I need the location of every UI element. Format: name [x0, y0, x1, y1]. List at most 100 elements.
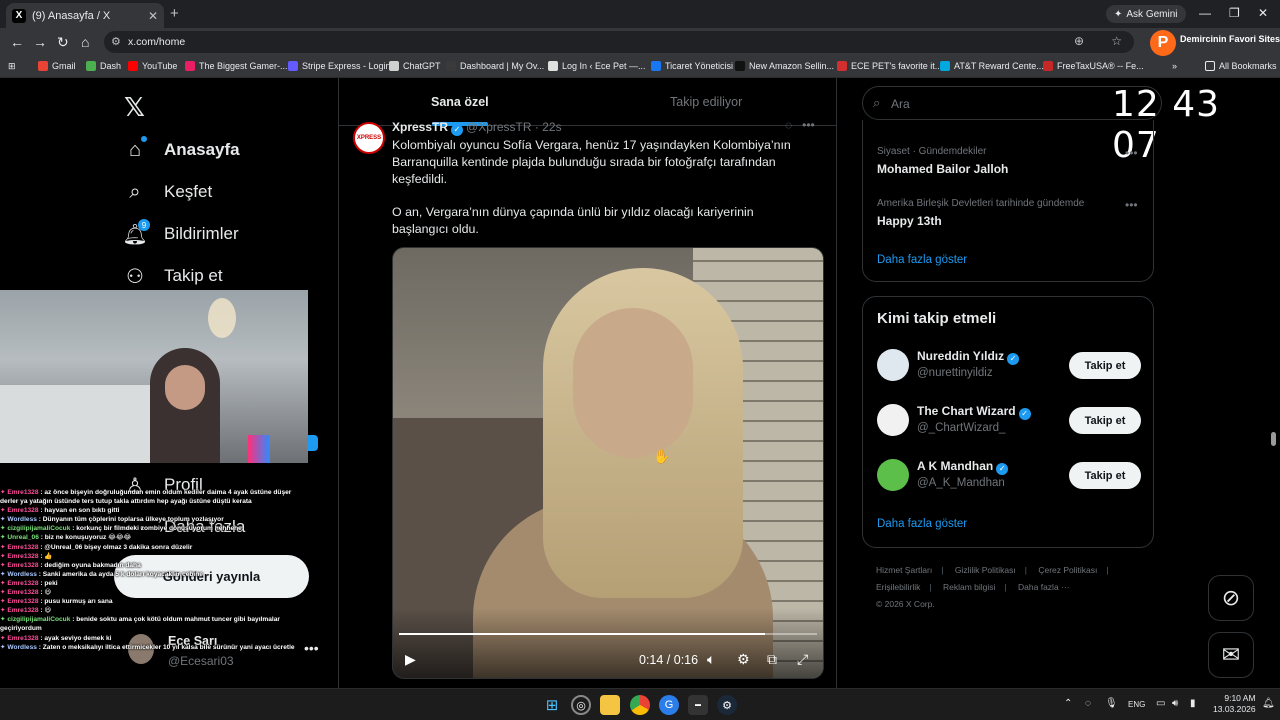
verified-icon: ✓ [1007, 353, 1020, 365]
video-progress-bar[interactable] [399, 633, 817, 635]
more-icon[interactable]: ••• [1125, 146, 1138, 160]
nav-home[interactable]: ⌂ Anasayfa [124, 139, 240, 161]
tweet-time[interactable]: 22s [542, 120, 561, 134]
tray-app-icon[interactable]: ◌ [1085, 698, 1091, 709]
close-window-icon[interactable]: ✕ [1258, 6, 1268, 20]
site-info-icon[interactable]: ⚙ [111, 35, 121, 48]
chrome-icon[interactable] [630, 695, 650, 715]
tweet-author[interactable]: XpressTR [392, 120, 448, 134]
windows-start-icon[interactable]: ⊞ [542, 695, 562, 715]
chat-username: ✦ Emre1328 [0, 489, 41, 496]
trend-category: Siyaset · Gündemdekiler [877, 146, 987, 157]
footer-ads[interactable]: Reklam bilgisi [943, 582, 995, 592]
volume-icon[interactable]: 🔈︎ [707, 651, 715, 668]
chat-text: : hayvan en son bıktı gitti [40, 507, 120, 515]
bookmark-att[interactable]: AT&T Reward Cente... [940, 61, 1044, 71]
forward-icon[interactable]: → [33, 34, 47, 50]
follow-button[interactable]: Takip et [1069, 407, 1141, 434]
chat-text: : Dünyanın tüm çöplerini toplarsa ülkeye… [38, 516, 224, 524]
trend-name[interactable]: Happy 13th [877, 214, 942, 228]
follow-button[interactable]: Takip et [1069, 462, 1141, 489]
taskbar-clock[interactable]: 9:10 AM 13.03.2026 [1213, 693, 1256, 715]
zoom-icon[interactable]: ⊕ [1074, 34, 1084, 48]
bookmark-ecepet-login[interactable]: Log In ‹ Ece Pet —... [548, 61, 646, 71]
trend-name[interactable]: Mohamed Bailor Jalloh [877, 162, 1008, 176]
bookmark-dash[interactable]: Dash [86, 61, 121, 71]
more-icon[interactable]: ••• [1125, 198, 1138, 212]
bookmark-chatgpt[interactable]: ChatGPT [389, 61, 441, 71]
back-icon[interactable]: ← [10, 34, 24, 50]
bookmark-youtube[interactable]: YouTube [128, 61, 177, 71]
microphone-icon[interactable]: 🎙︎ [1105, 698, 1118, 709]
home-icon[interactable]: ⌂ [81, 34, 89, 50]
grok-icon[interactable]: ◌ [785, 118, 792, 132]
bookmark-freetax[interactable]: FreeTaxUSA® -- Fe... [1043, 61, 1144, 71]
speaker-icon[interactable]: 🔊︎ [1172, 698, 1178, 709]
address-bar[interactable]: ⚙ x.com/home ⊕ ☆ [104, 31, 1134, 53]
follow-button[interactable]: Takip et [1069, 352, 1141, 379]
grok-button[interactable]: ⊘ [1208, 575, 1254, 621]
chat-message: ✦ cizgilipijamaliCocuk : benide soktu am… [0, 615, 315, 624]
battery-icon[interactable]: ▮ [1190, 698, 1196, 709]
scrollbar-thumb[interactable] [1271, 432, 1276, 446]
maximize-icon[interactable]: ❐ [1229, 6, 1240, 20]
bookmark-stripe[interactable]: Stripe Express - Login [288, 61, 391, 71]
play-icon[interactable]: ▶ [405, 651, 416, 668]
follow-suggestion-name[interactable]: Nureddin Yıldız ✓ [917, 349, 1020, 365]
fullscreen-icon[interactable]: ⤢ [797, 651, 808, 668]
bookmark-ticaret[interactable]: Ticaret Yöneticisi [651, 61, 733, 71]
bookmark-star-icon[interactable]: ☆ [1111, 34, 1122, 48]
avatar[interactable] [877, 404, 909, 436]
footer-cookies[interactable]: Çerez Politikası [1038, 565, 1097, 575]
bookmark-gamer[interactable]: The Biggest Gamer-... [185, 61, 288, 71]
tweet-video[interactable]: ✋ ▶ 0:14 / 0:16 🔈︎ ⚙ ⧉ ⤢ [392, 247, 824, 679]
footer-accessibility[interactable]: Erişilebilirlik [876, 582, 920, 592]
nav-explore[interactable]: ⌕ Keşfet [124, 181, 212, 203]
ask-gemini-button[interactable]: ✦ Ask Gemini [1106, 5, 1186, 23]
tweet-handle[interactable]: @XpressTR [466, 120, 532, 134]
bookmark-gmail[interactable]: Gmail [38, 61, 76, 71]
g-app-icon[interactable]: G [659, 695, 679, 715]
trends-show-more[interactable]: Daha fazla göster [877, 254, 967, 266]
language-indicator[interactable]: ENG [1128, 700, 1145, 709]
close-tab-icon[interactable]: ✕ [148, 9, 158, 23]
picture-in-picture-icon[interactable]: ⧉ [767, 651, 777, 668]
apps-icon[interactable]: ⊞ [8, 61, 16, 72]
footer-privacy[interactable]: Gizlilik Politikası [955, 565, 1016, 575]
more-icon[interactable]: ••• [802, 118, 815, 132]
bookmark-amazon[interactable]: New Amazon Sellin... [735, 61, 834, 71]
chat-text: : ayak seviyo demek ki [40, 634, 112, 642]
avatar[interactable] [877, 349, 909, 381]
footer-more[interactable]: Daha fazla ··· [1018, 582, 1070, 592]
profile-extension[interactable]: P Demircinin Favori Sitesi [1148, 30, 1280, 56]
search-icon: ⌕ [129, 180, 141, 203]
file-explorer-icon[interactable] [600, 695, 620, 715]
tray-overflow-icon[interactable]: ⌃ [1064, 698, 1072, 709]
bookmark-ecepet-fav[interactable]: ECE PET's favorite it... [837, 61, 942, 71]
browser-tab[interactable]: X (9) Anasayfa / X ✕ [6, 3, 164, 28]
x-logo-icon[interactable]: 𝕏 [124, 92, 145, 123]
footer-terms[interactable]: Hizmet Şartları [876, 565, 932, 575]
bookmark-dashboard[interactable]: Dashboard | My Ov... [446, 61, 544, 71]
nav-follow[interactable]: ⚇ Takip et [124, 265, 223, 288]
tab-following[interactable]: Takip ediliyor [670, 95, 742, 109]
reload-icon[interactable]: ↻ [57, 34, 69, 51]
tweet-avatar[interactable]: XPRESS [353, 122, 385, 154]
tab-for-you[interactable]: Sana özel [431, 95, 489, 109]
notifications-icon[interactable]: 🔔︎ [1262, 698, 1275, 709]
messages-button[interactable]: ✉ [1208, 632, 1254, 678]
all-bookmarks[interactable]: All Bookmarks [1205, 61, 1277, 71]
new-tab-icon[interactable]: + [170, 5, 179, 22]
who-to-follow-show-more[interactable]: Daha fazla göster [877, 518, 967, 530]
settings-gear-icon[interactable]: ⚙ [737, 651, 750, 668]
timeline-column: Sana özel Takip ediliyor XPRESS XpressTR… [338, 78, 837, 720]
minimize-icon[interactable]: — [1199, 6, 1211, 20]
follow-suggestion-name[interactable]: A K Mandhan ✓ [917, 459, 1009, 475]
network-icon[interactable]: ▭ [1156, 698, 1165, 709]
chatgpt-app-icon[interactable]: ◎ [571, 695, 591, 715]
steam-icon[interactable]: ⚙ [717, 695, 737, 715]
bookmarks-overflow-icon[interactable]: » [1172, 61, 1177, 71]
follow-suggestion-name[interactable]: The Chart Wizard ✓ [917, 404, 1031, 420]
avatar[interactable] [877, 459, 909, 491]
stream-app-icon[interactable]: ▬ [688, 695, 708, 715]
